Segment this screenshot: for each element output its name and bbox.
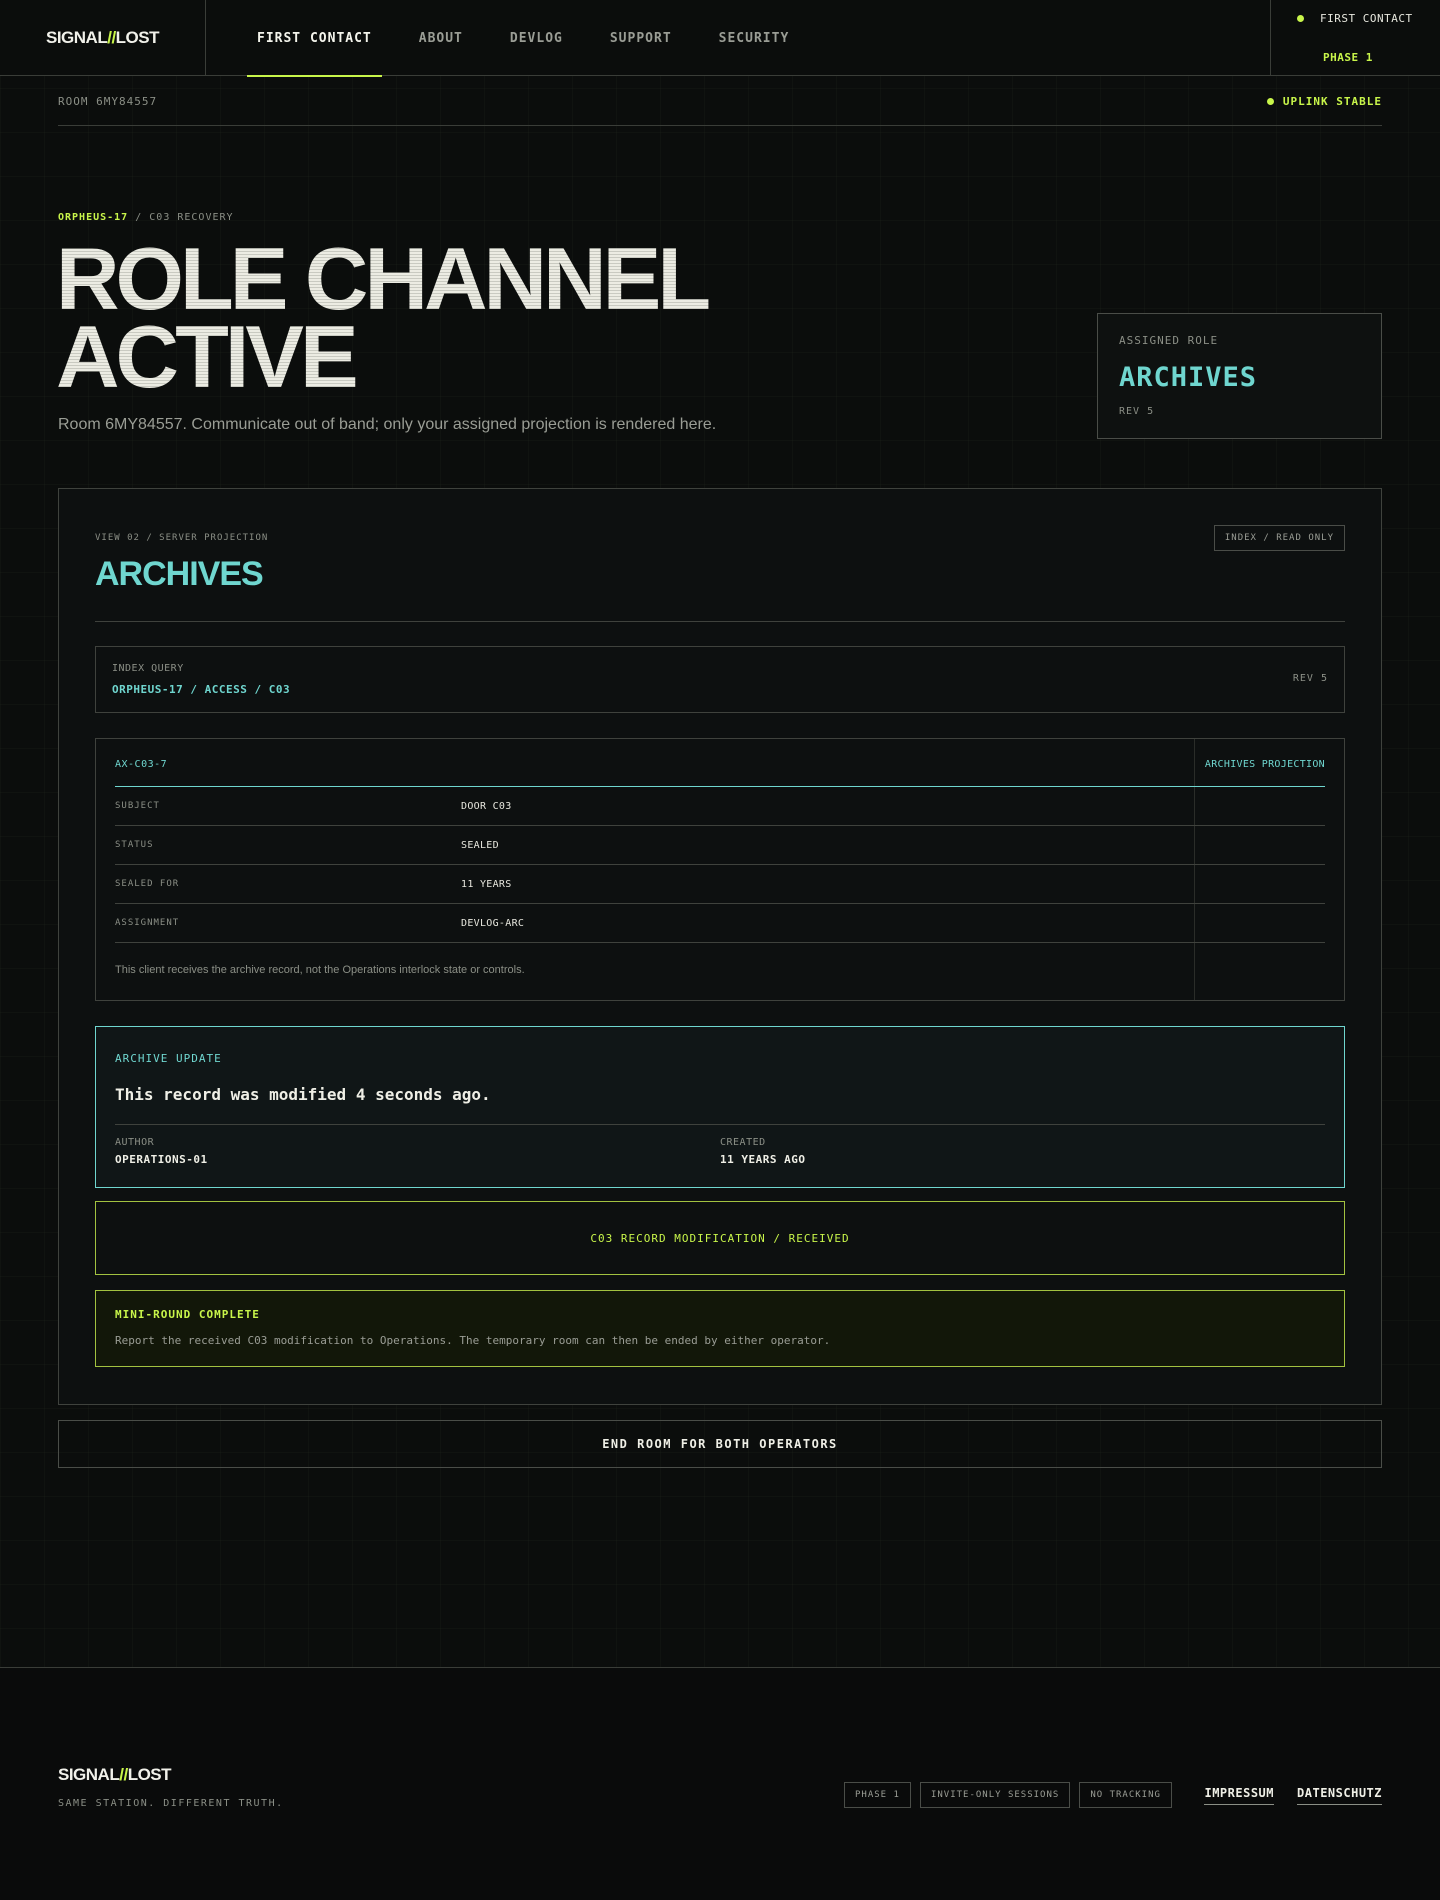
query-value: ORPHEUS-17 / ACCESS / C03 bbox=[112, 683, 291, 696]
assigned-role-card: ASSIGNED ROLE ARCHIVES REV 5 bbox=[1097, 313, 1382, 439]
uplink-label: UPLINK STABLE bbox=[1282, 95, 1382, 108]
site-footer: SIGNAL//LOST SAME STATION. DIFFERENT TRU… bbox=[0, 1667, 1440, 1900]
update-label: ARCHIVE UPDATE bbox=[115, 1052, 222, 1065]
uplink-status: UPLINK STABLE bbox=[1266, 95, 1382, 108]
complete-text: Report the received C03 modification to … bbox=[115, 1334, 831, 1347]
brand-sep: // bbox=[107, 28, 116, 47]
footer-brand-sep: // bbox=[119, 1765, 128, 1784]
row-value: 11 YEARS bbox=[461, 879, 512, 890]
role-value: ARCHIVES bbox=[1119, 362, 1258, 393]
row-value: DEVLOG-ARC bbox=[461, 918, 525, 929]
badge-invite-only: INVITE-ONLY SESSIONS bbox=[919, 1782, 1071, 1808]
table-row: SEALED FOR 11 YEARS bbox=[115, 865, 1325, 904]
role-rev: REV 5 bbox=[1119, 406, 1155, 417]
footer-tagline: SAME STATION. DIFFERENT TRUTH. bbox=[58, 1798, 284, 1809]
projection-panel: VIEW 02 / SERVER PROJECTION ARCHIVES IND… bbox=[58, 488, 1382, 1405]
badge-phase: PHASE 1 bbox=[844, 1782, 911, 1808]
status-phase: PHASE 1 bbox=[1323, 51, 1373, 64]
nav-security[interactable]: SECURITY bbox=[709, 0, 800, 76]
mini-round-complete-card: MINI-ROUND COMPLETE Report the received … bbox=[95, 1290, 1345, 1367]
record-note: This client receives the archive record,… bbox=[115, 964, 525, 976]
author-label: AUTHOR bbox=[115, 1137, 155, 1148]
role-label: ASSIGNED ROLE bbox=[1119, 334, 1219, 347]
kicker-rest: / C03 RECOVERY bbox=[128, 212, 234, 223]
complete-title: MINI-ROUND COMPLETE bbox=[115, 1308, 260, 1321]
row-key: ASSIGNMENT bbox=[115, 918, 180, 928]
status-dot-icon bbox=[1297, 15, 1304, 22]
row-key: SUBJECT bbox=[115, 801, 160, 811]
update-message: This record was modified 4 seconds ago. bbox=[115, 1085, 491, 1104]
update-author: AUTHOR OPERATIONS-01 bbox=[115, 1137, 208, 1166]
link-datenschutz[interactable]: DATENSCHUTZ bbox=[1297, 1786, 1382, 1805]
nav-devlog[interactable]: DEVLOG bbox=[500, 0, 573, 76]
end-room-button[interactable]: END ROOM FOR BOTH OPERATORS bbox=[58, 1420, 1382, 1468]
record-id: AX-C03-7 bbox=[115, 759, 168, 770]
archive-update-card: ARCHIVE UPDATE This record was modified … bbox=[95, 1026, 1345, 1188]
read-only-badge: INDEX / READ ONLY bbox=[1213, 525, 1345, 551]
row-value: DOOR C03 bbox=[461, 801, 512, 812]
badge-no-tracking: NO TRACKING bbox=[1079, 1782, 1172, 1808]
site-header: SIGNAL//LOST FIRST CONTACT ABOUT DEVLOG … bbox=[0, 0, 1440, 77]
footer-brand-left: SIGNAL bbox=[58, 1765, 120, 1784]
index-query-box: INDEX QUERY ORPHEUS-17 / ACCESS / C03 RE… bbox=[95, 646, 1345, 713]
footer-links: IMPRESSUM DATENSCHUTZ bbox=[1204, 1786, 1382, 1805]
footer-brand-right: LOST bbox=[127, 1765, 172, 1784]
link-impressum[interactable]: IMPRESSUM bbox=[1204, 1786, 1275, 1805]
query-rev: REV 5 bbox=[1292, 673, 1328, 684]
view-title: ARCHIVES bbox=[95, 555, 264, 593]
modification-received-banner: C03 RECORD MODIFICATION / RECEIVED bbox=[95, 1201, 1345, 1275]
record-projection: ARCHIVES PROJECTION bbox=[1204, 759, 1325, 770]
title-line2: ACTIVE bbox=[56, 307, 355, 406]
hero-kicker: ORPHEUS-17 / C03 RECOVERY bbox=[58, 212, 234, 223]
table-row: ASSIGNMENT DEVLOG-ARC bbox=[115, 904, 1325, 943]
nav-support[interactable]: SUPPORT bbox=[600, 0, 682, 76]
created-label: CREATED bbox=[720, 1137, 766, 1148]
nav-about[interactable]: ABOUT bbox=[409, 0, 473, 76]
view-label: VIEW 02 / SERVER PROJECTION bbox=[95, 533, 269, 543]
query-label: INDEX QUERY bbox=[112, 663, 184, 674]
brand-right: LOST bbox=[115, 28, 160, 47]
row-value: SEALED bbox=[461, 840, 499, 851]
room-id: ROOM 6MY84557 bbox=[58, 95, 158, 108]
uplink-dot-icon bbox=[1266, 98, 1274, 105]
main-nav: FIRST CONTACT ABOUT DEVLOG SUPPORT SECUR… bbox=[247, 0, 826, 77]
row-key: STATUS bbox=[115, 840, 154, 850]
update-created: CREATED 11 YEARS AGO bbox=[720, 1137, 805, 1166]
divider bbox=[95, 621, 1345, 622]
phase-status: FIRST CONTACT PHASE 1 bbox=[1270, 0, 1440, 76]
brand-left: SIGNAL bbox=[45, 28, 108, 47]
page-title: ROLE CHANNEL ACTIVE bbox=[56, 240, 956, 396]
footer-brand-logo[interactable]: SIGNAL//LOST bbox=[58, 1765, 172, 1785]
row-key: SEALED FOR bbox=[115, 879, 180, 889]
kicker-accent: ORPHEUS-17 bbox=[58, 212, 129, 223]
divider bbox=[115, 1124, 1325, 1125]
table-row: STATUS SEALED bbox=[115, 826, 1325, 865]
record-rows: SUBJECT DOOR C03 STATUS SEALED SEALED FO… bbox=[115, 787, 1325, 943]
table-row: SUBJECT DOOR C03 bbox=[115, 787, 1325, 826]
archive-record: AX-C03-7 ARCHIVES PROJECTION SUBJECT DOO… bbox=[95, 738, 1345, 1001]
nav-first-contact[interactable]: FIRST CONTACT bbox=[247, 0, 382, 77]
footer-badges: PHASE 1 INVITE-ONLY SESSIONS NO TRACKING bbox=[844, 1782, 1172, 1808]
created-value: 11 YEARS AGO bbox=[720, 1153, 806, 1166]
author-value: OPERATIONS-01 bbox=[115, 1153, 208, 1166]
hero-subtitle: Room 6MY84557. Communicate out of band; … bbox=[58, 416, 717, 433]
room-status-bar: ROOM 6MY84557 UPLINK STABLE bbox=[58, 78, 1382, 126]
brand-logo[interactable]: SIGNAL//LOST bbox=[0, 0, 206, 76]
status-title: FIRST CONTACT bbox=[1320, 12, 1413, 25]
